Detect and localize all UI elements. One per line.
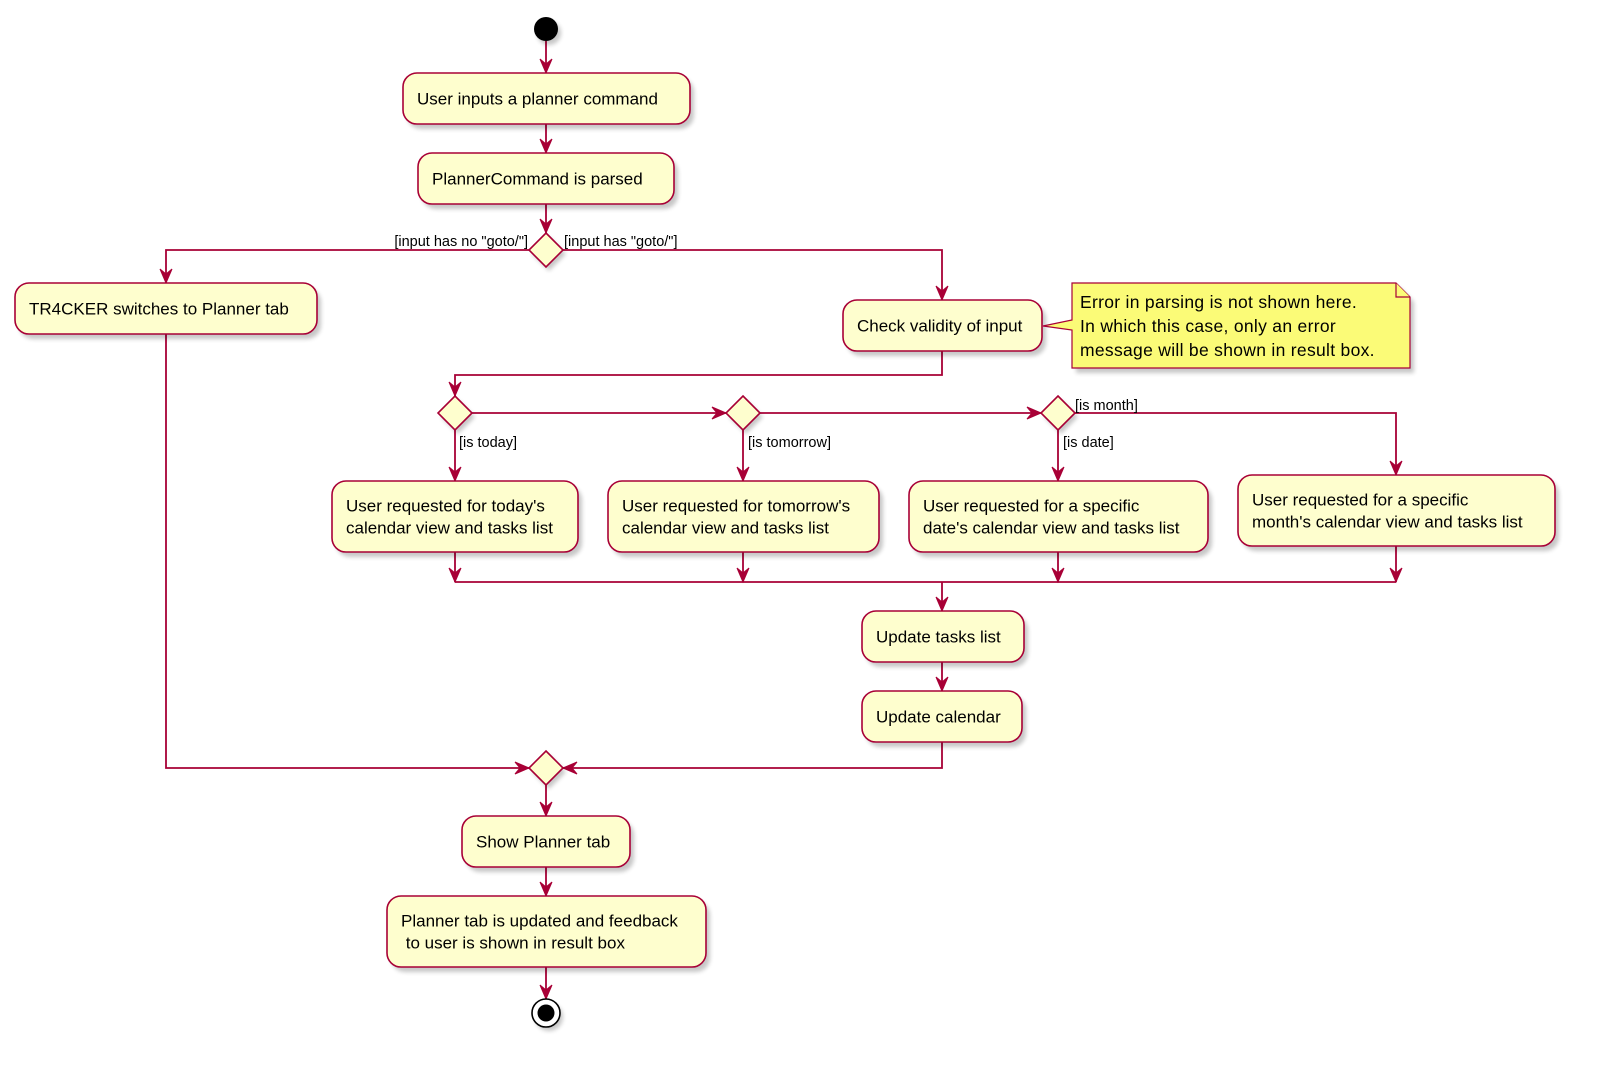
decision-node-date	[1039, 394, 1078, 434]
activity-tomorrow: User requested for tomorrow's calendar vi…	[607, 480, 883, 557]
end-node	[531, 998, 563, 1031]
activity-label: calendar view and tasks list	[622, 519, 829, 538]
activity-label: User requested for a specific	[923, 497, 1140, 516]
activity-label: to user is shown in result box	[401, 934, 625, 953]
note: Error in parsing is not shown here. In wh…	[1042, 282, 1414, 373]
activity-label: User requested for today's	[346, 497, 545, 516]
guard-is-date: [is date]	[1063, 435, 1114, 451]
activity-label: User requested for tomorrow's	[622, 497, 850, 516]
activity-label: month's calendar view and tasks list	[1252, 513, 1523, 532]
activity-label: Planner tab is updated and feedback	[401, 912, 678, 931]
activity-label: User inputs a planner command	[417, 90, 658, 109]
activity-box	[331, 480, 579, 553]
guard-has-goto: [input has "goto/"]	[564, 234, 677, 250]
guard-is-today: [is today]	[459, 435, 517, 451]
activity-show-tab: Show Planner tab	[461, 815, 634, 872]
guard-is-month: [is month]	[1075, 398, 1138, 414]
activity-label: calendar view and tasks list	[346, 519, 553, 538]
activity-box	[908, 480, 1209, 553]
activity-label: PlannerCommand is parsed	[432, 170, 643, 189]
activity-user-inputs: User inputs a planner command	[402, 72, 694, 129]
activity-label: User requested for a specific	[1252, 491, 1469, 510]
activity-update-tasks: Update tasks list	[861, 610, 1028, 667]
activity-check-validity: Check validity of input	[842, 299, 1046, 356]
activity-date: User requested for a specific date's cale…	[908, 480, 1212, 557]
activity-today: User requested for today's calendar view …	[331, 480, 582, 557]
note-line: In which this case, only an error	[1080, 316, 1336, 336]
activity-label: Update calendar	[876, 708, 1001, 727]
activity-diagram: User inputs a planner command PlannerComm…	[14, 17, 1559, 1031]
edge-month	[1075, 412, 1397, 475]
activity-label: date's calendar view and tasks list	[923, 519, 1180, 538]
activity-month: User requested for a specific month's cal…	[1237, 474, 1559, 551]
edge-no-goto	[165, 249, 529, 283]
end-dot	[537, 1004, 555, 1022]
activity-label: Update tasks list	[876, 628, 1001, 647]
decision-node-goto	[527, 231, 566, 271]
edge-validity-to-today	[454, 351, 943, 396]
guard-is-tomorrow: [is tomorrow]	[748, 435, 831, 451]
activity-box	[386, 895, 707, 968]
activity-label: TR4CKER switches to Planner tab	[29, 300, 289, 319]
activity-label: Show Planner tab	[476, 833, 610, 852]
decision-node-today	[436, 394, 475, 434]
decision-node-tomorrow	[724, 394, 763, 434]
activity-parsed: PlannerCommand is parsed	[417, 152, 678, 209]
activity-updated-feedback: Planner tab is updated and feedback to u…	[386, 895, 710, 972]
activity-switch-tab: TR4CKER switches to Planner tab	[14, 282, 321, 339]
merge-node	[527, 749, 566, 789]
start-node	[534, 17, 561, 45]
activity-label: Check validity of input	[857, 317, 1023, 336]
activity-box	[607, 480, 880, 553]
activity-box	[1237, 474, 1556, 547]
edge-has-goto	[563, 249, 943, 300]
note-line: message will be shown in result box.	[1080, 340, 1375, 360]
guard-no-goto: [input has no "goto/"]	[394, 234, 528, 250]
note-line: Error in parsing is not shown here.	[1080, 292, 1357, 312]
activity-update-calendar: Update calendar	[861, 690, 1026, 747]
start-dot	[534, 17, 558, 41]
nodes-layer: User inputs a planner command PlannerComm…	[14, 17, 1559, 1031]
